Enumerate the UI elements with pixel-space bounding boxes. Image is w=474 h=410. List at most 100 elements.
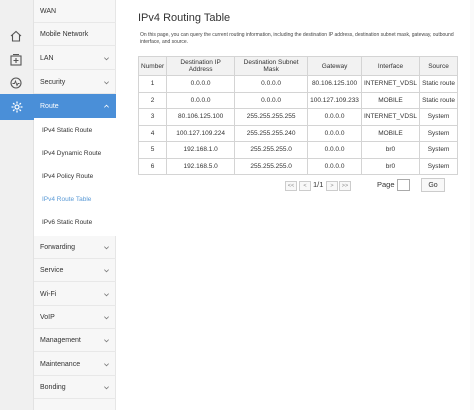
chevron-down-icon: [104, 268, 109, 272]
next-page-button[interactable]: >: [326, 181, 338, 191]
chevron-down-icon: [104, 315, 109, 319]
cell-destination-ip: 192.168.1.0: [166, 141, 236, 159]
table-header-row: Number Destination IP Address Destinatio…: [137, 56, 458, 76]
chevron-down-icon: [104, 292, 109, 296]
submenu-ipv6-static-route[interactable]: IPv6 Static Route: [34, 212, 116, 232]
cell-destination-ip: 0.0.0.0: [166, 75, 236, 93]
cell-interface: MOBILE: [360, 124, 421, 142]
submenu-ipv4-route-table[interactable]: IPv4 Route Table: [34, 189, 116, 209]
cell-interface: MOBILE: [360, 91, 421, 109]
page-indicator: 1/1: [313, 180, 324, 189]
cell-gateway: 0.0.0.0: [307, 124, 362, 142]
cell-source: System: [419, 157, 458, 175]
plus-box-icon[interactable]: [3, 49, 29, 71]
table-row: 3 80.106.125.100 255.255.255.255 0.0.0.0…: [137, 108, 458, 126]
page-title: IPv4 Routing Table: [138, 12, 231, 24]
main-content: IPv4 Routing Table On this page, you can…: [126, 0, 470, 410]
cell-source: System: [419, 108, 458, 126]
cell-gateway: 80.106.125.100: [307, 75, 362, 93]
cell-number: 4: [137, 124, 168, 142]
page-number-input[interactable]: [397, 179, 410, 191]
cell-number: 6: [137, 157, 168, 175]
icon-rail: [0, 0, 34, 410]
page-description: On this page, you can query the current …: [140, 32, 454, 45]
settings-gear-icon[interactable]: [0, 94, 34, 120]
cell-interface: INTERNET_VDSL: [360, 75, 421, 93]
column-header-gateway: Gateway: [307, 56, 362, 76]
route-submenu: IPv4 Static Route IPv4 Dynamic Route IPv…: [34, 118, 116, 236]
submenu-ipv4-static-route[interactable]: IPv4 Static Route: [34, 120, 116, 140]
menu-item-security[interactable]: Security: [34, 71, 116, 94]
scrollbar[interactable]: [470, 0, 474, 410]
submenu-label: IPv4 Dynamic Route: [42, 149, 102, 157]
column-header-number: Number: [137, 56, 168, 76]
menu-item-label: Management: [40, 336, 81, 344]
submenu-ipv4-policy-route[interactable]: IPv4 Policy Route: [34, 166, 116, 186]
prev-page-button[interactable]: <: [299, 181, 311, 191]
menu-item-maintenance[interactable]: Maintenance: [34, 353, 116, 376]
cell-destination-mask: 255.255.255.0: [234, 157, 309, 175]
cell-source: System: [419, 141, 458, 159]
go-button[interactable]: Go: [421, 178, 445, 192]
cell-interface: br0: [360, 141, 421, 159]
table-row: 6 192.168.5.0 255.255.255.0 0.0.0.0 br0 …: [137, 157, 458, 175]
menu-item-wan[interactable]: WAN: [34, 0, 116, 23]
cell-destination-mask: 255.255.255.0: [234, 141, 309, 159]
chevron-down-icon: [104, 80, 109, 84]
menu-item-label: WAN: [40, 7, 57, 15]
chevron-down-icon: [104, 245, 109, 249]
side-menu: WAN Mobile Network LAN Security Route IP…: [34, 0, 116, 410]
cell-destination-ip: 0.0.0.0: [166, 91, 236, 109]
menu-item-forwarding[interactable]: Forwarding: [34, 236, 116, 259]
page-label: Page: [377, 180, 395, 189]
home-icon[interactable]: [3, 25, 29, 47]
menu-item-service[interactable]: Service: [34, 259, 116, 282]
column-header-source: Source: [419, 56, 458, 76]
submenu-label: IPv6 Static Route: [42, 218, 93, 226]
submenu-label: IPv4 Policy Route: [42, 172, 94, 180]
chevron-up-icon: [104, 104, 109, 108]
table-row: 5 192.168.1.0 255.255.255.0 0.0.0.0 br0 …: [137, 141, 458, 159]
routing-table: Number Destination IP Address Destinatio…: [137, 56, 458, 175]
submenu-label: IPv4 Route Table: [42, 195, 92, 203]
cell-destination-mask: 0.0.0.0: [234, 91, 309, 109]
cell-destination-mask: 255.255.255.255: [234, 108, 309, 126]
menu-item-label: Service: [40, 266, 64, 274]
cell-interface: br0: [360, 157, 421, 175]
table-row: 4 100.127.109.224 255.255.255.240 0.0.0.…: [137, 124, 458, 142]
chevron-down-icon: [104, 385, 109, 389]
menu-item-label: Route: [40, 102, 59, 110]
menu-item-mobile-network[interactable]: Mobile Network: [34, 23, 116, 46]
cell-gateway: 0.0.0.0: [307, 141, 362, 159]
cell-destination-ip: 100.127.109.224: [166, 124, 236, 142]
cell-number: 2: [137, 91, 168, 109]
menu-item-bonding[interactable]: Bonding: [34, 376, 116, 399]
status-gauge-icon[interactable]: [3, 72, 29, 94]
column-header-destination-mask: Destination Subnet Mask: [234, 56, 309, 76]
cell-number: 3: [137, 108, 168, 126]
cell-destination-mask: 0.0.0.0: [234, 75, 309, 93]
menu-item-label: Security: [40, 78, 66, 86]
menu-item-management[interactable]: Management: [34, 329, 116, 352]
submenu-ipv4-dynamic-route[interactable]: IPv4 Dynamic Route: [34, 143, 116, 163]
table-row: 1 0.0.0.0 0.0.0.0 80.106.125.100 INTERNE…: [137, 75, 458, 93]
menu-item-wifi[interactable]: Wi-Fi: [34, 283, 116, 306]
menu-item-label: Forwarding: [40, 243, 76, 251]
menu-item-label: VoIP: [40, 313, 55, 321]
last-page-button[interactable]: >>: [339, 181, 351, 191]
submenu-label: IPv4 Static Route: [42, 126, 93, 134]
cell-number: 1: [137, 75, 168, 93]
menu-item-lan[interactable]: LAN: [34, 47, 116, 70]
menu-item-route[interactable]: Route: [34, 94, 116, 118]
menu-item-voip[interactable]: VoIP: [34, 306, 116, 329]
table-row: 2 0.0.0.0 0.0.0.0 100.127.109.233 MOBILE…: [137, 91, 458, 109]
menu-item-label: Bonding: [40, 383, 66, 391]
menu-item-label: Maintenance: [40, 360, 81, 368]
menu-item-label: Mobile Network: [40, 30, 89, 38]
cell-destination-ip: 80.106.125.100: [166, 108, 236, 126]
cell-interface: INTERNET_VDSL: [360, 108, 421, 126]
first-page-button[interactable]: <<: [285, 181, 297, 191]
cell-source: Static route: [419, 75, 458, 93]
cell-gateway: 100.127.109.233: [307, 91, 362, 109]
column-header-destination-ip: Destination IP Address: [166, 56, 236, 76]
